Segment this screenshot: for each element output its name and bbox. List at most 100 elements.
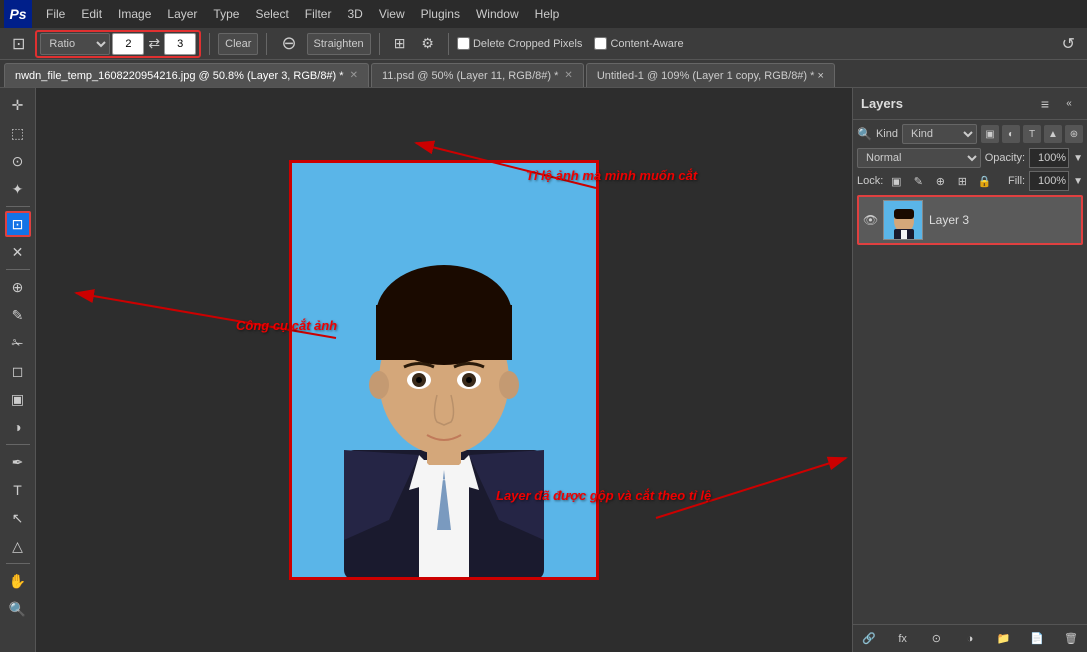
pixel-filter-icon[interactable]: ▣	[981, 125, 999, 143]
eraser-tool[interactable]: ◻	[5, 358, 31, 384]
new-group-button[interactable]: 📁	[994, 629, 1014, 649]
menu-help[interactable]: Help	[527, 3, 568, 25]
right-panel: Layers ≡ « 🔍 Kind Kind ▣ ◐ T ▲ ⊛	[852, 88, 1087, 652]
content-aware-label: Content-Aware	[594, 37, 683, 50]
panel-collapse-button[interactable]: «	[1059, 94, 1079, 114]
menu-file[interactable]: File	[38, 3, 73, 25]
delete-cropped-label: Delete Cropped Pixels	[457, 37, 582, 50]
rect-select-tool[interactable]: ⬚	[5, 120, 31, 146]
blend-mode-select[interactable]: Normal	[857, 148, 981, 168]
left-toolbar: ✛ ⬚ ⊙ ✦ ⊡ ✕ ⊕ ✎ ✁ ◻ ▣ ◑ ✒ T ↖ △ ✋ 🔍	[0, 88, 36, 652]
add-mask-button[interactable]: ⊙	[926, 629, 946, 649]
layer-name: Layer 3	[929, 213, 969, 227]
eyedropper-tool[interactable]: ✕	[5, 239, 31, 265]
opacity-arrow[interactable]: ▼	[1073, 153, 1083, 164]
layer-filter-icons: ▣ ◐ T ▲ ⊛	[981, 125, 1083, 143]
hand-tool[interactable]: ✋	[5, 568, 31, 594]
delete-layer-button[interactable]: 🗑	[1061, 629, 1081, 649]
text-filter-icon[interactable]: T	[1023, 125, 1041, 143]
menu-window[interactable]: Window	[468, 3, 527, 25]
shape-tool[interactable]: △	[5, 533, 31, 559]
fill-input[interactable]	[1029, 171, 1069, 191]
toolbar-crop-icon[interactable]: ⊡	[6, 33, 31, 55]
zoom-tool[interactable]: 🔍	[5, 596, 31, 622]
new-layer-button[interactable]: 📄	[1027, 629, 1047, 649]
swap-ratio-button[interactable]: ⇄	[146, 35, 162, 52]
menu-edit[interactable]: Edit	[73, 3, 110, 25]
layer-kind-select[interactable]: Kind	[902, 124, 977, 144]
ratio-height-input[interactable]	[164, 33, 196, 55]
kind-label: Kind	[876, 128, 898, 140]
magic-wand-tool[interactable]: ✦	[5, 176, 31, 202]
ratio-select[interactable]: Ratio	[40, 33, 110, 55]
delete-cropped-checkbox[interactable]	[457, 37, 470, 50]
lock-transparent-button[interactable]: ▣	[887, 172, 905, 190]
menu-image[interactable]: Image	[110, 3, 159, 25]
brush-tool[interactable]: ✎	[5, 302, 31, 328]
tab-close-1[interactable]: ✕	[350, 70, 358, 81]
smart-filter-icon[interactable]: ⊛	[1065, 125, 1083, 143]
canvas-area[interactable]: Tỉ lệ ảnh mà mình muốn cắt Công cụ cắt ả…	[36, 88, 852, 652]
menu-view[interactable]: View	[371, 3, 413, 25]
lock-artboard-button[interactable]: ⊞	[953, 172, 971, 190]
search-icon: 🔍	[857, 127, 872, 141]
dodge-tool[interactable]: ◑	[5, 414, 31, 440]
move-tool[interactable]: ✛	[5, 92, 31, 118]
blend-opacity-row: Normal Opacity: ▼	[857, 148, 1083, 168]
settings-button[interactable]: ⚙	[415, 33, 440, 55]
path-select-tool[interactable]: ↖	[5, 505, 31, 531]
layer-item-3[interactable]: 👁 Layer 3	[857, 195, 1083, 245]
panel-title: Layers	[861, 96, 903, 111]
document-tabs: nwdn_file_temp_1608220954216.jpg @ 50.8%…	[0, 60, 1087, 88]
lock-position-button[interactable]: ⊕	[931, 172, 949, 190]
shape-filter-icon[interactable]: ▲	[1044, 125, 1062, 143]
opacity-input[interactable]	[1029, 148, 1069, 168]
lock-image-button[interactable]: ✎	[909, 172, 927, 190]
layer-visibility-toggle[interactable]: 👁	[863, 213, 877, 227]
ratio-width-input[interactable]	[112, 33, 144, 55]
lasso-tool[interactable]: ⊙	[5, 148, 31, 174]
lock-label: Lock:	[857, 175, 883, 187]
grid-button[interactable]: ⊞	[388, 33, 412, 55]
fill-label: Fill:	[1008, 175, 1025, 187]
ratio-group: Ratio ⇄	[35, 30, 201, 58]
fill-arrow[interactable]: ▼	[1073, 176, 1083, 187]
straighten-button[interactable]: ⊖	[275, 33, 302, 55]
clone-tool[interactable]: ✁	[5, 330, 31, 356]
tool-separator-2	[6, 269, 30, 270]
adjustment-filter-icon[interactable]: ◐	[1002, 125, 1020, 143]
lock-fill-row: Lock: ▣ ✎ ⊕ ⊞ 🔒 Fill: ▼	[857, 171, 1083, 191]
menu-filter[interactable]: Filter	[297, 3, 340, 25]
add-style-button[interactable]: fx	[893, 629, 913, 649]
tab-document-2[interactable]: 11.psd @ 50% (Layer 11, RGB/8#) * ✕	[371, 63, 584, 87]
lock-all-button[interactable]: 🔒	[975, 172, 993, 190]
text-tool[interactable]: T	[5, 477, 31, 503]
toolbar-separator-1	[209, 33, 210, 55]
tab-document-3[interactable]: Untitled-1 @ 109% (Layer 1 copy, RGB/8#)…	[586, 63, 835, 87]
link-layers-button[interactable]: 🔗	[859, 629, 879, 649]
straighten-label-button[interactable]: Straighten	[307, 33, 371, 55]
pen-tool[interactable]: ✒	[5, 449, 31, 475]
layer-thumb-image	[884, 201, 923, 240]
logo-text: Ps	[9, 6, 26, 22]
panel-menu-button[interactable]: ≡	[1035, 94, 1055, 114]
tool-separator-4	[6, 563, 30, 564]
menu-layer[interactable]: Layer	[159, 3, 205, 25]
layer-thumbnail	[883, 200, 923, 240]
app-logo: Ps	[4, 0, 32, 28]
tab-close-2[interactable]: ✕	[564, 70, 572, 81]
menu-plugins[interactable]: Plugins	[413, 3, 468, 25]
gradient-tool[interactable]: ▣	[5, 386, 31, 412]
menu-3d[interactable]: 3D	[339, 3, 370, 25]
reset-button[interactable]: ↺	[1056, 33, 1081, 55]
healing-tool[interactable]: ⊕	[5, 274, 31, 300]
menu-type[interactable]: Type	[205, 3, 247, 25]
menu-select[interactable]: Select	[247, 3, 296, 25]
tab-document-1[interactable]: nwdn_file_temp_1608220954216.jpg @ 50.8%…	[4, 63, 369, 87]
tab-label-2: 11.psd @ 50% (Layer 11, RGB/8#) *	[382, 70, 558, 82]
crop-tool[interactable]: ⊡	[5, 211, 31, 237]
content-aware-checkbox[interactable]	[594, 37, 607, 50]
clear-button[interactable]: Clear	[218, 33, 258, 55]
layer-filter-row: 🔍 Kind Kind ▣ ◐ T ▲ ⊛	[857, 124, 1083, 144]
new-fill-button[interactable]: ◑	[960, 629, 980, 649]
